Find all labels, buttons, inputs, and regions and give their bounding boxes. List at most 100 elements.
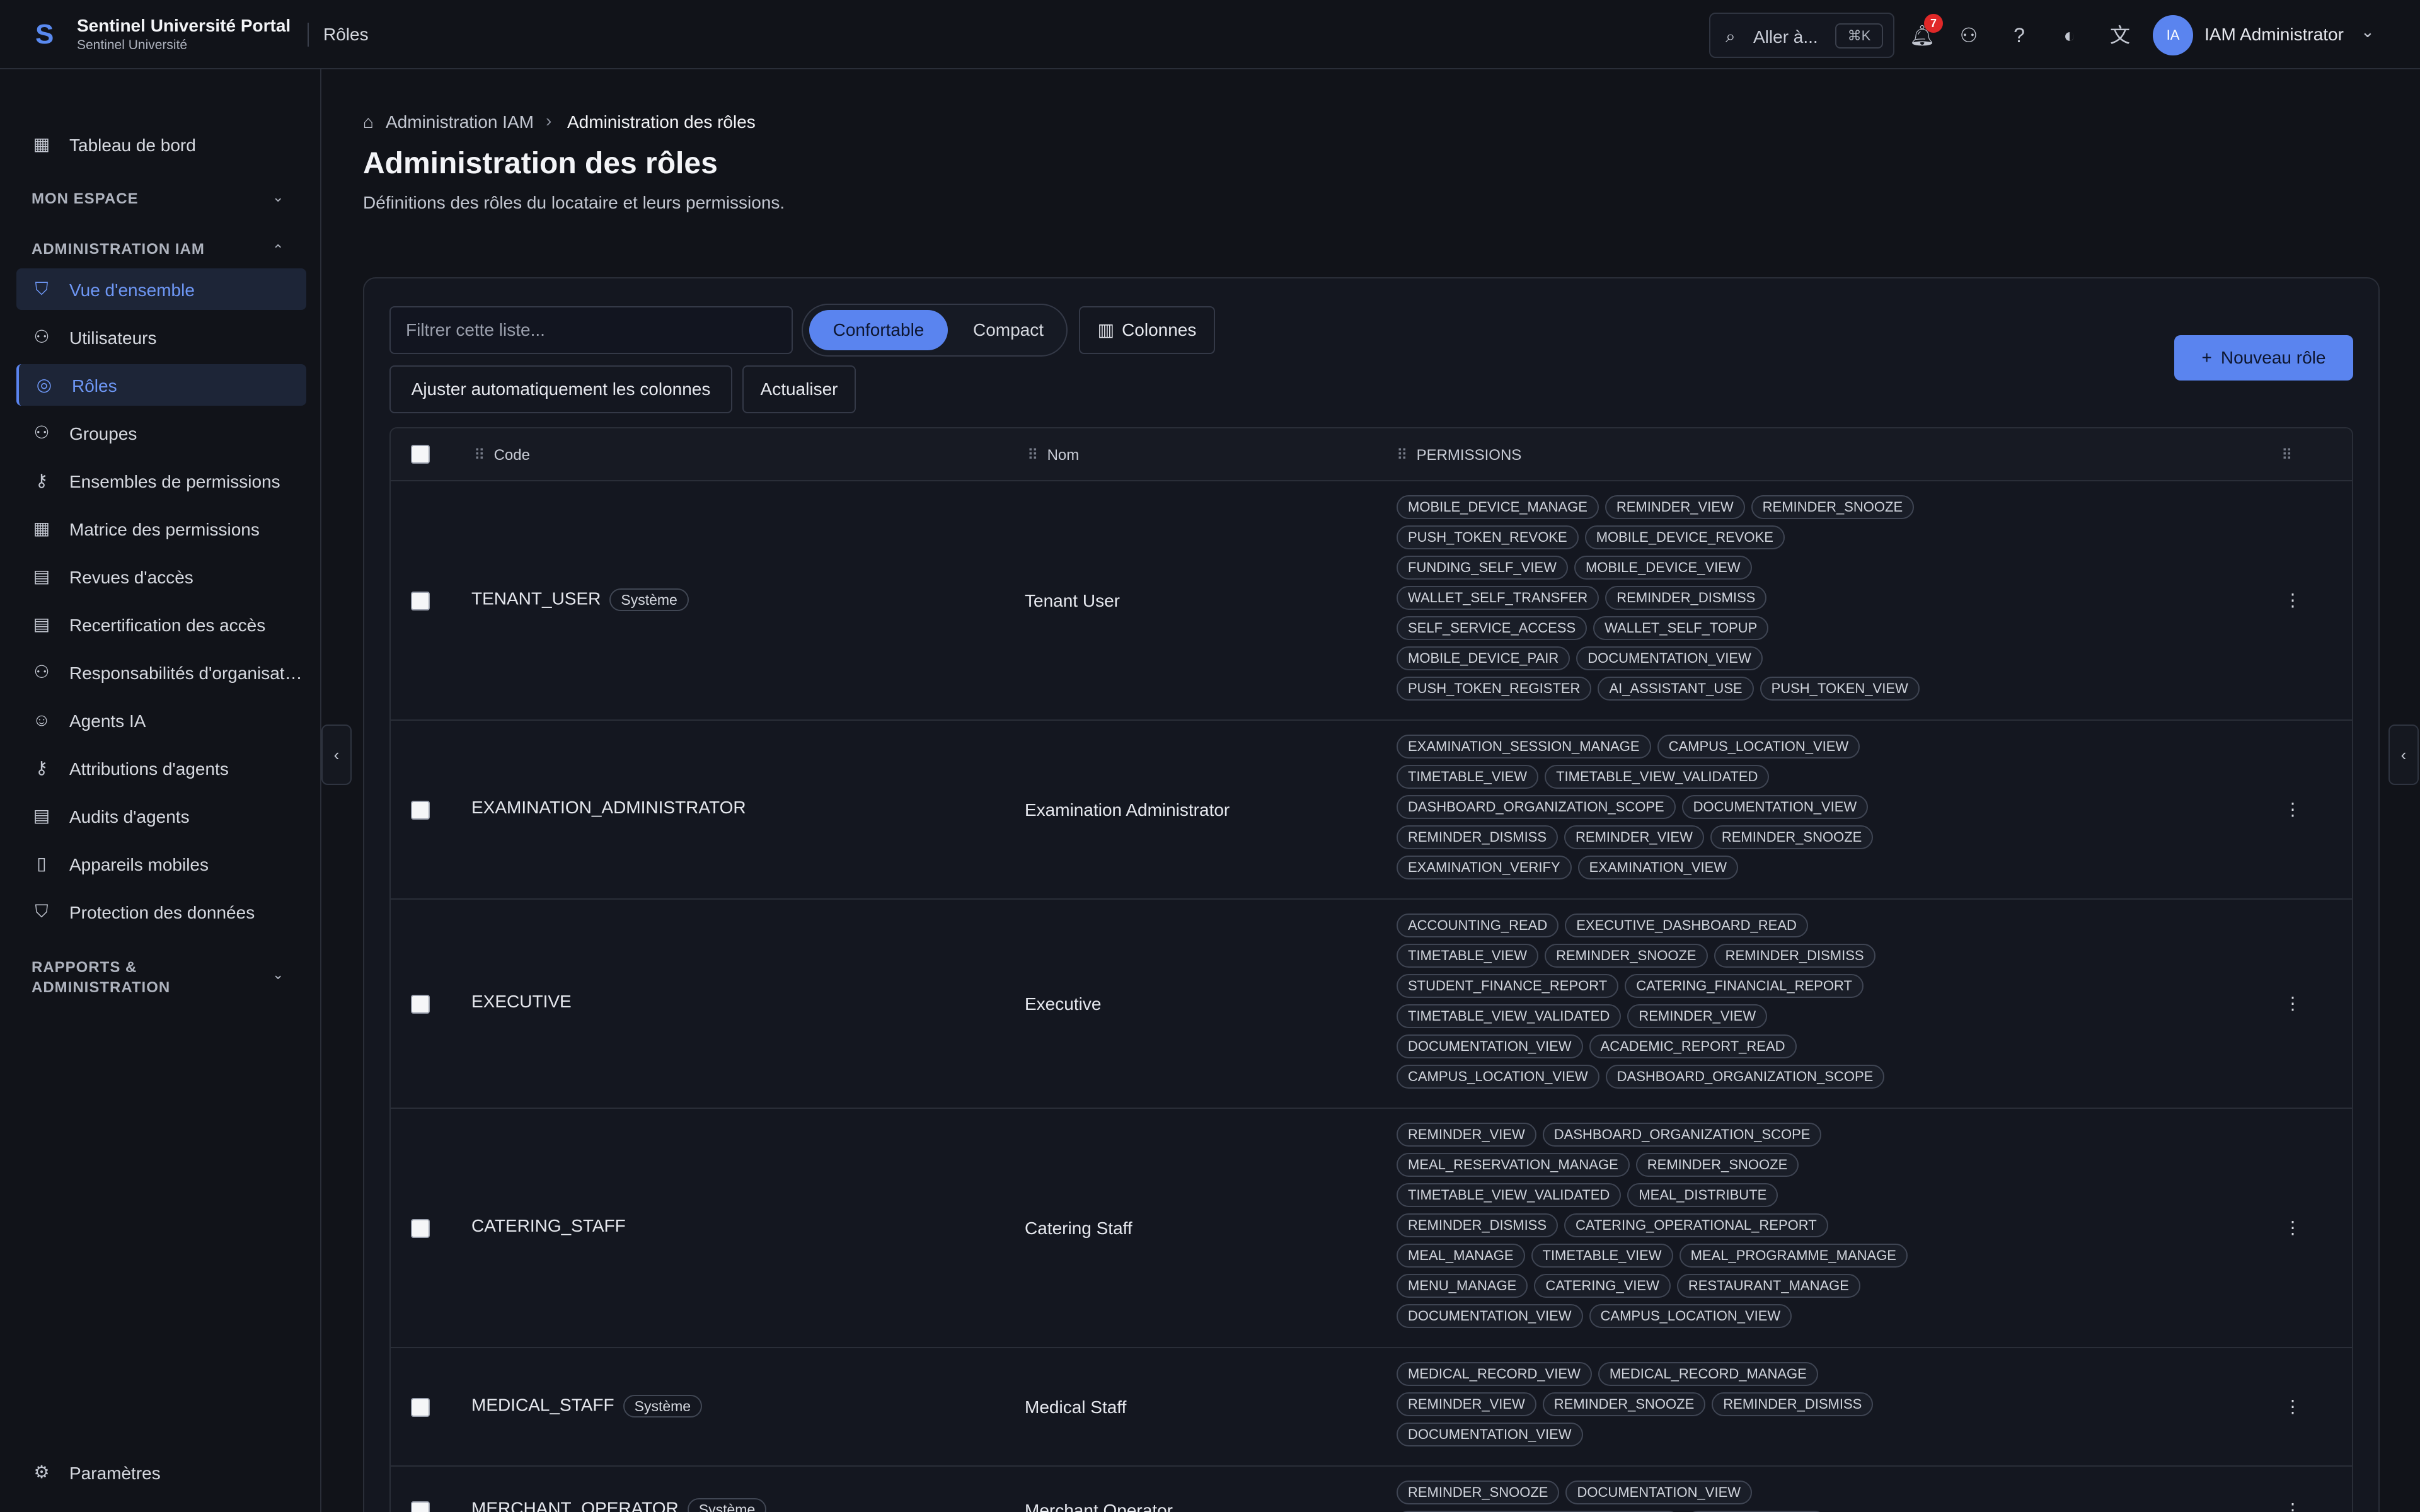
user-settings-icon[interactable]: ⚇ [1954,20,1984,50]
permission-line: DASHBOARD_ORGANIZATION_SCOPE DOCUMENTATIO… [1397,795,2027,825]
permission-line: MEAL_MANAGE TIMETABLE_VIEW MEAL_PROGRAMME_… [1397,1244,2027,1274]
permission-chip: TIMETABLE_VIEW_VALIDATED [1545,765,1770,789]
select-all-checkbox[interactable] [411,445,430,464]
refresh-button[interactable]: Actualiser [742,365,856,413]
sidebar-item-access-reviews[interactable]: ▤ Revues d'accès [16,556,306,597]
shield-check-icon: ⛉ [35,279,49,299]
roles-table: ⠿ Code ⠿ Nom ⠿ PERMISSIONS ⠿ TENANT_USER Sys… [389,427,2353,1512]
role-code: EXECUTIVE [471,992,572,1012]
sidebar-item-org-responsibilities[interactable]: ⚇ Responsabilités d'organisation [16,651,306,693]
sidebar-item-settings[interactable]: ⚙ Paramètres [16,1452,306,1493]
permission-chip: TIMETABLE_VIEW_VALIDATED [1397,1183,1622,1207]
column-header-name[interactable]: ⠿ Nom [1027,446,1079,464]
table-row[interactable]: EXAMINATION_ADMINISTRATOR Examination Adm… [391,721,2352,900]
right-panel-toggle-button[interactable]: ‹ [2388,724,2419,785]
table-row[interactable]: MERCHANT_OPERATOR Système Merchant Operato… [391,1467,2352,1512]
row-checkbox[interactable] [411,1398,430,1417]
language-icon[interactable]: 文 [2105,20,2135,50]
sidebar-item-ai-agents[interactable]: ☺ Agents IA [16,699,306,741]
row-checkbox[interactable] [411,995,430,1014]
row-actions-icon[interactable]: ⋮ [2284,1499,2302,1512]
role-name: Tenant User [1025,591,1120,610]
table-header: ⠿ Code ⠿ Nom ⠿ PERMISSIONS ⠿ [391,428,2352,481]
columns-button[interactable]: ▥ Colonnes [1079,306,1215,354]
sidebar-item-groups[interactable]: ⚇ Groupes [16,412,306,454]
filter-input[interactable] [389,306,793,354]
sidebar-item-label: Vue d'ensemble [69,280,195,300]
sidebar-item-recertification[interactable]: ▤ Recertification des accès [16,604,306,645]
permission-line: EXAMINATION_VERIFY EXAMINATION_VIEW [1397,856,2027,886]
sidebar-item-permission-sets[interactable]: ⚷ Ensembles de permissions [16,460,306,501]
help-icon[interactable]: ? [2004,20,2034,50]
column-header-permissions[interactable]: ⠿ PERMISSIONS [1397,446,1521,464]
permission-chip: REMINDER_SNOOZE [1635,1153,1799,1177]
permission-line: REMINDER_VIEW REMINDER_SNOOZE REMINDER_DIS… [1397,1392,2027,1423]
sidebar-item-overview[interactable]: ⛉ Vue d'ensemble [16,268,306,310]
density-compact-button[interactable]: Compact [957,310,1060,350]
permission-chip: ACADEMIC_REPORT_READ [1589,1034,1797,1058]
row-actions-icon[interactable]: ⋮ [2284,799,2302,820]
user-menu-name[interactable]: IAM Administrator [2204,25,2344,45]
chevron-down-icon[interactable]: ⌄ [272,189,284,205]
section-iam[interactable]: ADMINISTRATION IAM [32,241,205,258]
row-actions-icon[interactable]: ⋮ [2284,1396,2302,1417]
permission-line: EXAMINATION_SESSION_MANAGE CAMPUS_LOCATIO… [1397,735,2027,765]
sidebar-item-label: Audits d'agents [69,807,190,827]
permission-chip: MOBILE_DEVICE_REVOKE [1584,525,1785,549]
chevron-down-icon[interactable]: ⌄ [2361,22,2375,42]
permission-line: MOBILE_DEVICE_PAIR DOCUMENTATION_VIEW [1397,646,2027,677]
avatar[interactable]: IA [2153,15,2193,55]
chevron-down-icon[interactable]: ⌄ [272,966,284,983]
permission-chip: REMINDER_SNOOZE [1751,495,1915,519]
drag-handle-icon[interactable]: ⠿ [1027,447,1039,464]
system-badge: Système [687,1498,767,1512]
smartphone-icon: ▯ [37,854,47,873]
section-workspace[interactable]: MON ESPACE [32,190,139,208]
section-reports[interactable]: RAPPORTS & [32,959,137,976]
density-comfortable-button[interactable]: Confortable [809,310,948,350]
drag-handle-icon[interactable]: ⠿ [2281,446,2302,464]
drag-handle-icon[interactable]: ⠿ [474,447,485,464]
sidebar-item-label: Ensembles de permissions [69,472,280,491]
column-header-code[interactable]: ⠿ Code [474,446,530,464]
sidebar-item-agent-assignments[interactable]: ⚷ Attributions d'agents [16,747,306,789]
table-row[interactable]: MEDICAL_STAFF Système Medical Staff MEDICAL… [391,1348,2352,1467]
chevron-up-icon[interactable]: ⌃ [272,242,284,258]
table-row[interactable]: EXECUTIVE Executive ACCOUNTING_READ EXECUTI… [391,900,2352,1109]
permission-line: REMINDER_VIEW DASHBOARD_ORGANIZATION_SCOP… [1397,1123,2027,1153]
row-actions-icon[interactable]: ⋮ [2284,1217,2302,1238]
row-checkbox[interactable] [411,592,430,610]
sidebar-item-permission-matrix[interactable]: ▦ Matrice des permissions [16,508,306,549]
permission-chip: TIMETABLE_VIEW [1531,1244,1673,1268]
sidebar-item-mobile-devices[interactable]: ▯ Appareils mobiles [16,843,306,885]
role-code: EXAMINATION_ADMINISTRATOR [471,798,746,818]
permission-line: MENU_MANAGE CATERING_VIEW RESTAURANT_MANAG… [1397,1274,2027,1304]
sidebar-item-roles[interactable]: ◎ Rôles [16,364,306,406]
autofit-columns-button[interactable]: Ajuster automatiquement les colonnes [389,365,732,413]
global-search-button[interactable]: ⌕ Aller à... ⌘K [1709,13,1894,58]
permission-chip: FUNDING_SELF_VIEW [1397,556,1568,580]
row-actions-icon[interactable]: ⋮ [2284,993,2302,1014]
palette-icon[interactable]: ◐ [2054,20,2085,50]
row-checkbox[interactable] [411,801,430,820]
table-row[interactable]: TENANT_USER Système Tenant User MOBILE_DEVI… [391,481,2352,721]
row-checkbox[interactable] [411,1219,430,1238]
sidebar-item-dashboard[interactable]: ▦ Tableau de bord [16,123,306,165]
new-role-button[interactable]: + Nouveau rôle [2174,335,2353,381]
role-code: CATERING_STAFF [471,1216,626,1236]
row-actions-icon[interactable]: ⋮ [2284,590,2302,610]
sidebar-item-data-protection[interactable]: ⛉ Protection des données [16,891,306,932]
sidebar-collapse-button[interactable]: ‹ [321,724,352,785]
permission-line: WALLET_SELF_TRANSFER REMINDER_DISMISS [1397,586,2027,616]
home-icon[interactable]: ⌂ [363,112,374,132]
drag-handle-icon[interactable]: ⠿ [1397,447,1408,464]
section-reports-line2[interactable]: ADMINISTRATION [32,979,170,997]
permission-chip: CATERING_FINANCIAL_REPORT [1625,974,1864,998]
breadcrumb-parent[interactable]: Administration IAM [386,112,534,132]
permission-chip: REMINDER_DISMISS [1712,1392,1874,1416]
sidebar-item-agent-audits[interactable]: ▤ Audits d'agents [16,795,306,837]
row-checkbox[interactable] [411,1501,430,1512]
sidebar-item-users[interactable]: ⚇ Utilisateurs [16,316,306,358]
table-row[interactable]: CATERING_STAFF Catering Staff REMINDER_VIE… [391,1109,2352,1348]
logo-icon[interactable]: S [35,19,64,50]
